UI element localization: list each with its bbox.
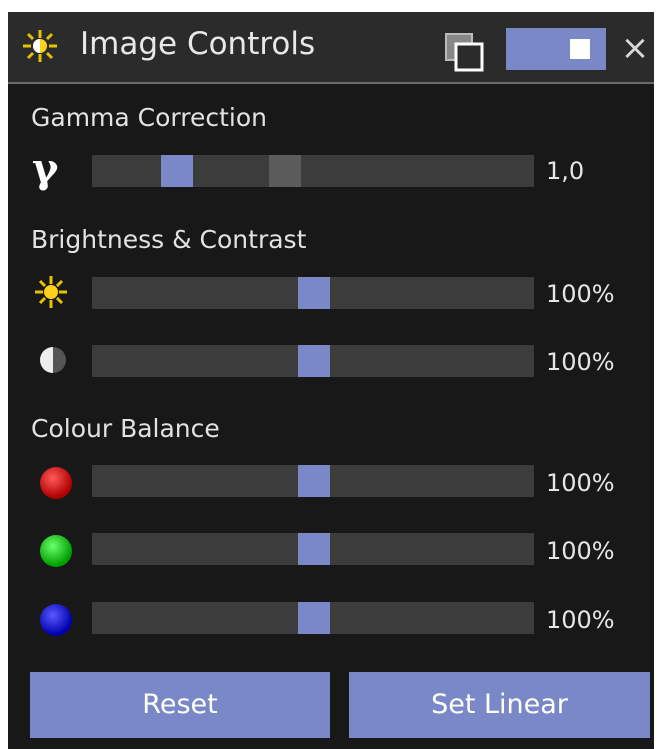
contrast-value: 100% xyxy=(546,348,615,376)
blue-value: 100% xyxy=(546,606,615,634)
brightness-slider-thumb[interactable] xyxy=(298,277,330,309)
opacity-toggle[interactable] xyxy=(506,28,606,70)
blue-ball-icon xyxy=(40,604,72,636)
gamma-slider[interactable] xyxy=(92,155,534,187)
gamma-section-title: Gamma Correction xyxy=(31,103,267,132)
red-ball-icon xyxy=(40,467,72,499)
gamma-icon: γ xyxy=(32,145,59,192)
green-value: 100% xyxy=(546,537,615,565)
blue-slider-thumb[interactable] xyxy=(298,602,330,634)
brightness-slider[interactable] xyxy=(92,277,534,309)
contrast-icon xyxy=(40,347,66,373)
green-ball-icon xyxy=(40,535,72,567)
toggle-knob xyxy=(570,39,590,59)
contrast-slider-thumb[interactable] xyxy=(298,345,330,377)
gamma-default-marker xyxy=(269,155,301,187)
gamma-slider-thumb[interactable] xyxy=(161,155,193,187)
contrast-slider[interactable] xyxy=(92,345,534,377)
brightness-sun-icon xyxy=(35,276,67,308)
set-linear-button[interactable]: Set Linear xyxy=(349,672,650,738)
image-controls-window: Image Controls × Gamma Correction γ 1,0 … xyxy=(8,12,654,749)
gamma-value: 1,0 xyxy=(546,157,585,185)
brightness-contrast-section-title: Brightness & Contrast xyxy=(31,225,307,254)
green-slider[interactable] xyxy=(92,533,534,565)
red-slider-thumb[interactable] xyxy=(298,465,330,497)
reset-button[interactable]: Reset xyxy=(30,672,330,738)
restore-window-icon[interactable] xyxy=(444,32,486,72)
sun-icon xyxy=(23,30,57,62)
red-value: 100% xyxy=(546,469,615,497)
title-bar[interactable]: Image Controls × xyxy=(8,12,654,84)
window-title: Image Controls xyxy=(80,26,316,62)
colour-balance-section-title: Colour Balance xyxy=(31,414,220,443)
blue-slider[interactable] xyxy=(92,602,534,634)
red-slider[interactable] xyxy=(92,465,534,497)
brightness-value: 100% xyxy=(546,280,615,308)
green-slider-thumb[interactable] xyxy=(298,533,330,565)
close-icon[interactable]: × xyxy=(618,26,652,70)
